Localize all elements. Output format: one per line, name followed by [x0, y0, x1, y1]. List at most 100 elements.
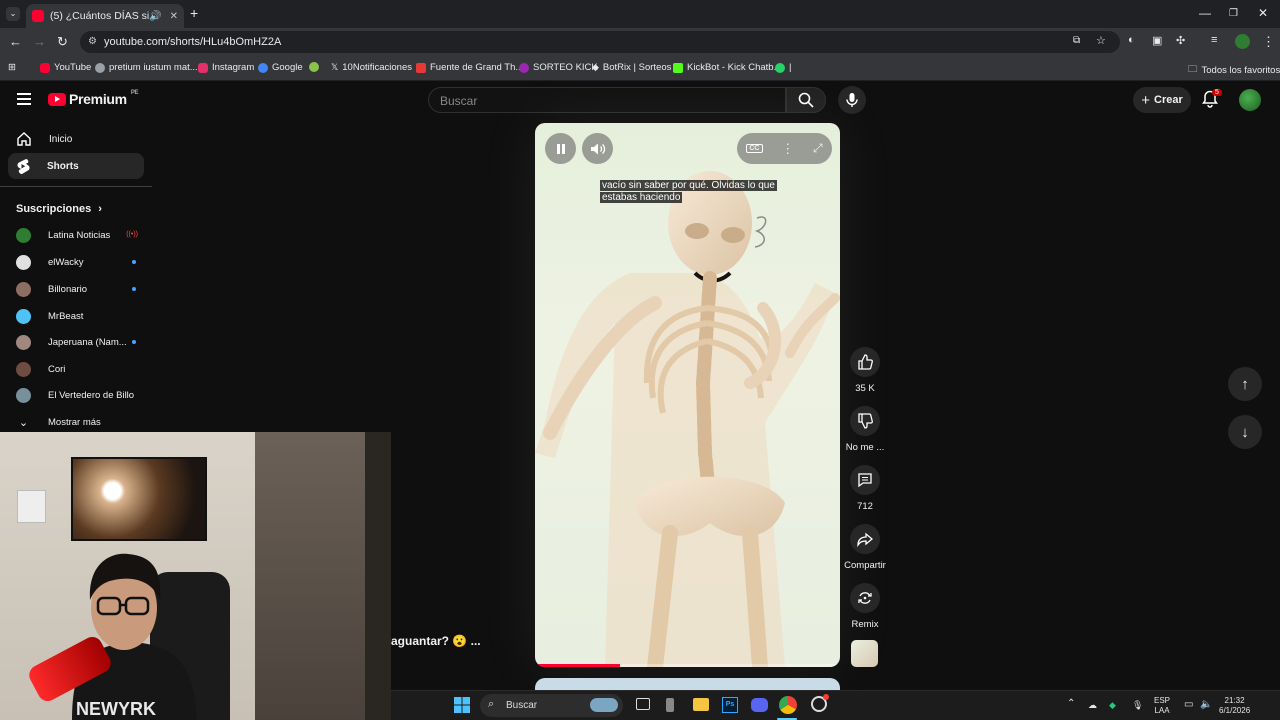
- voice-search-button[interactable]: [838, 86, 866, 114]
- show-more-button[interactable]: ⌄ Mostrar más: [16, 413, 136, 431]
- taskbar-search[interactable]: ⌕ Buscar: [480, 694, 623, 717]
- extension-icon[interactable]: ◐: [1128, 34, 1135, 46]
- bookmark-fuente[interactable]: Fuente de Grand Th...: [416, 62, 523, 73]
- tray-app-icon[interactable]: ☁: [1088, 700, 1097, 710]
- youtube-premium-logo[interactable]: Premium PE: [48, 90, 139, 107]
- bookmark-pretium[interactable]: pretium iustum mat...: [95, 62, 198, 73]
- sidebar-item-shorts[interactable]: Shorts: [8, 153, 144, 179]
- new-tab-button[interactable]: +: [190, 5, 198, 21]
- remix-button[interactable]: Remix: [840, 583, 890, 630]
- back-arrow-icon[interactable]: ←: [9, 34, 22, 49]
- subscription-mrbeast[interactable]: MrBeast: [16, 307, 136, 325]
- notification-count-badge: 5: [1212, 89, 1222, 96]
- account-avatar[interactable]: [1239, 89, 1261, 111]
- video-progress-bar[interactable]: [535, 664, 840, 667]
- shorts-video-player[interactable]: CC ⋮ ⤢ vacío sin saber por qué. Olvidas …: [535, 123, 840, 667]
- bookmark-kickbot[interactable]: KickBot - Kick Chatb...: [673, 62, 782, 73]
- apps-grid-icon[interactable]: ⊞: [8, 62, 16, 73]
- subscription-el-vertedero[interactable]: El Vertedero de Billo: [16, 386, 136, 404]
- microphone-icon: [846, 93, 858, 107]
- tab-close-icon[interactable]: ✕: [170, 11, 178, 22]
- tab-title: (5) ¿Cuántos DÍAS sin dormir: [50, 10, 150, 22]
- sidebar: Inicio Shorts Suscripciones › Latina Not…: [0, 119, 152, 432]
- subscription-elwacky[interactable]: elWacky: [16, 253, 136, 271]
- sidebar-item-inicio[interactable]: Inicio: [8, 126, 144, 152]
- reading-list-icon[interactable]: ≡: [1211, 34, 1217, 46]
- create-button[interactable]: + Crear: [1133, 87, 1191, 113]
- fullscreen-icon[interactable]: ⤢: [813, 141, 823, 156]
- bookmark-instagram[interactable]: Instagram: [198, 62, 254, 73]
- browser-menu-icon[interactable]: ⋮: [1262, 34, 1275, 50]
- skeleton-video-frame: [535, 171, 840, 667]
- microphone-tray-icon[interactable]: 🎙: [1132, 700, 1143, 710]
- minimize-icon[interactable]: —: [1199, 6, 1211, 20]
- clock[interactable]: 21:32 6/1/2026: [1219, 696, 1250, 716]
- install-app-icon[interactable]: ⧉: [1073, 35, 1080, 46]
- bookmark-sorteo-kick[interactable]: SORTEO KICK: [519, 62, 598, 73]
- subscription-cori[interactable]: Cori: [16, 360, 136, 378]
- browser-tab-active[interactable]: (5) ¿Cuántos DÍAS sin dormir 🔊 ✕: [26, 4, 184, 28]
- network-icon[interactable]: ▭: [1184, 700, 1193, 710]
- menu-hamburger-icon[interactable]: [17, 93, 31, 105]
- reload-icon[interactable]: ↻: [57, 34, 68, 50]
- speaker-icon[interactable]: 🔊: [149, 11, 161, 22]
- tray-chevron-icon[interactable]: ⌃: [1067, 699, 1075, 709]
- share-button[interactable]: Compartir: [840, 524, 890, 571]
- dislike-button[interactable]: No me ...: [840, 406, 890, 453]
- search-button[interactable]: [786, 87, 826, 113]
- extension-2-icon[interactable]: ▣: [1152, 34, 1162, 47]
- site-info-icon[interactable]: ⚙: [88, 36, 97, 47]
- restore-icon[interactable]: ❐: [1229, 8, 1238, 19]
- shorts-icon: [17, 159, 30, 174]
- tray-app-2-icon[interactable]: ◆: [1109, 700, 1116, 710]
- subscriptions-header[interactable]: Suscripciones ›: [16, 203, 102, 215]
- subscription-latina-noticias[interactable]: Latina Noticias ((•)): [16, 226, 138, 244]
- next-short-button[interactable]: ↓: [1228, 415, 1262, 449]
- comments-button[interactable]: 712: [840, 465, 890, 512]
- task-view-icon[interactable]: [636, 698, 650, 710]
- puzzle-extensions-icon[interactable]: ✣: [1176, 34, 1185, 47]
- discord-icon[interactable]: [751, 698, 768, 712]
- subscription-billonario[interactable]: Billonario: [16, 280, 136, 298]
- pause-button[interactable]: [545, 133, 576, 164]
- photoshop-icon[interactable]: Ps: [722, 697, 738, 713]
- bookmark-whatsapp[interactable]: |: [775, 62, 791, 73]
- more-options-icon[interactable]: ⋮: [781, 141, 794, 157]
- bookmark-botrix[interactable]: ◆ BotRix | Sorteos: [592, 62, 671, 73]
- profile-avatar[interactable]: [1235, 34, 1250, 49]
- previous-short-button[interactable]: ↑: [1228, 367, 1262, 401]
- whatsapp-icon: [775, 62, 785, 73]
- captions-icon[interactable]: CC: [746, 144, 763, 153]
- window-close-icon[interactable]: ✕: [1258, 6, 1268, 20]
- video-subtitles: vacío sin saber por qué. Olvidas lo que …: [600, 180, 777, 203]
- subscription-japeruana[interactable]: Japeruana (Nam...: [16, 333, 136, 351]
- comment-icon: [858, 473, 872, 488]
- webcam-plaque: [17, 490, 46, 523]
- sound-thumbnail[interactable]: [851, 640, 878, 667]
- app-icon[interactable]: [666, 698, 674, 712]
- bookmark-star-icon[interactable]: ☆: [1096, 34, 1106, 47]
- chrome-icon[interactable]: [779, 696, 797, 714]
- bookmark-notificaciones[interactable]: 𝕏 10Notificaciones: [331, 62, 412, 73]
- search-input[interactable]: Buscar: [428, 87, 786, 113]
- volume-tray-icon[interactable]: 🔈: [1200, 700, 1212, 710]
- all-bookmarks[interactable]: 🗀 Todos los favoritos: [1188, 62, 1280, 78]
- tab-search-button[interactable]: ⌄: [6, 7, 20, 21]
- bookmark-extension[interactable]: [309, 62, 319, 72]
- like-button[interactable]: 35 K: [840, 347, 890, 394]
- windows-start-icon[interactable]: [454, 697, 470, 718]
- next-short-preview[interactable]: [535, 678, 840, 690]
- file-explorer-icon[interactable]: [693, 698, 709, 711]
- bookmarks-bar: ⊞ YouTube pretium iustum mat... Instagra…: [0, 56, 1280, 81]
- bookmark-youtube[interactable]: YouTube: [40, 62, 91, 73]
- address-bar[interactable]: ⚙ youtube.com/shorts/HLu4bOmHZ2A ⧉ ☆: [80, 31, 1120, 53]
- bookmark-google[interactable]: Google: [258, 62, 303, 73]
- diamond-icon: ◆: [592, 62, 599, 72]
- forward-arrow-icon[interactable]: →: [33, 34, 46, 49]
- volume-button[interactable]: [582, 133, 613, 164]
- home-icon: [17, 132, 31, 146]
- webcam-cabinet-edge: [365, 432, 391, 720]
- webcam-overlay: NEWYRK: [0, 432, 391, 720]
- sidebar-divider: [0, 186, 152, 187]
- language-indicator[interactable]: ESP LAA: [1154, 696, 1170, 716]
